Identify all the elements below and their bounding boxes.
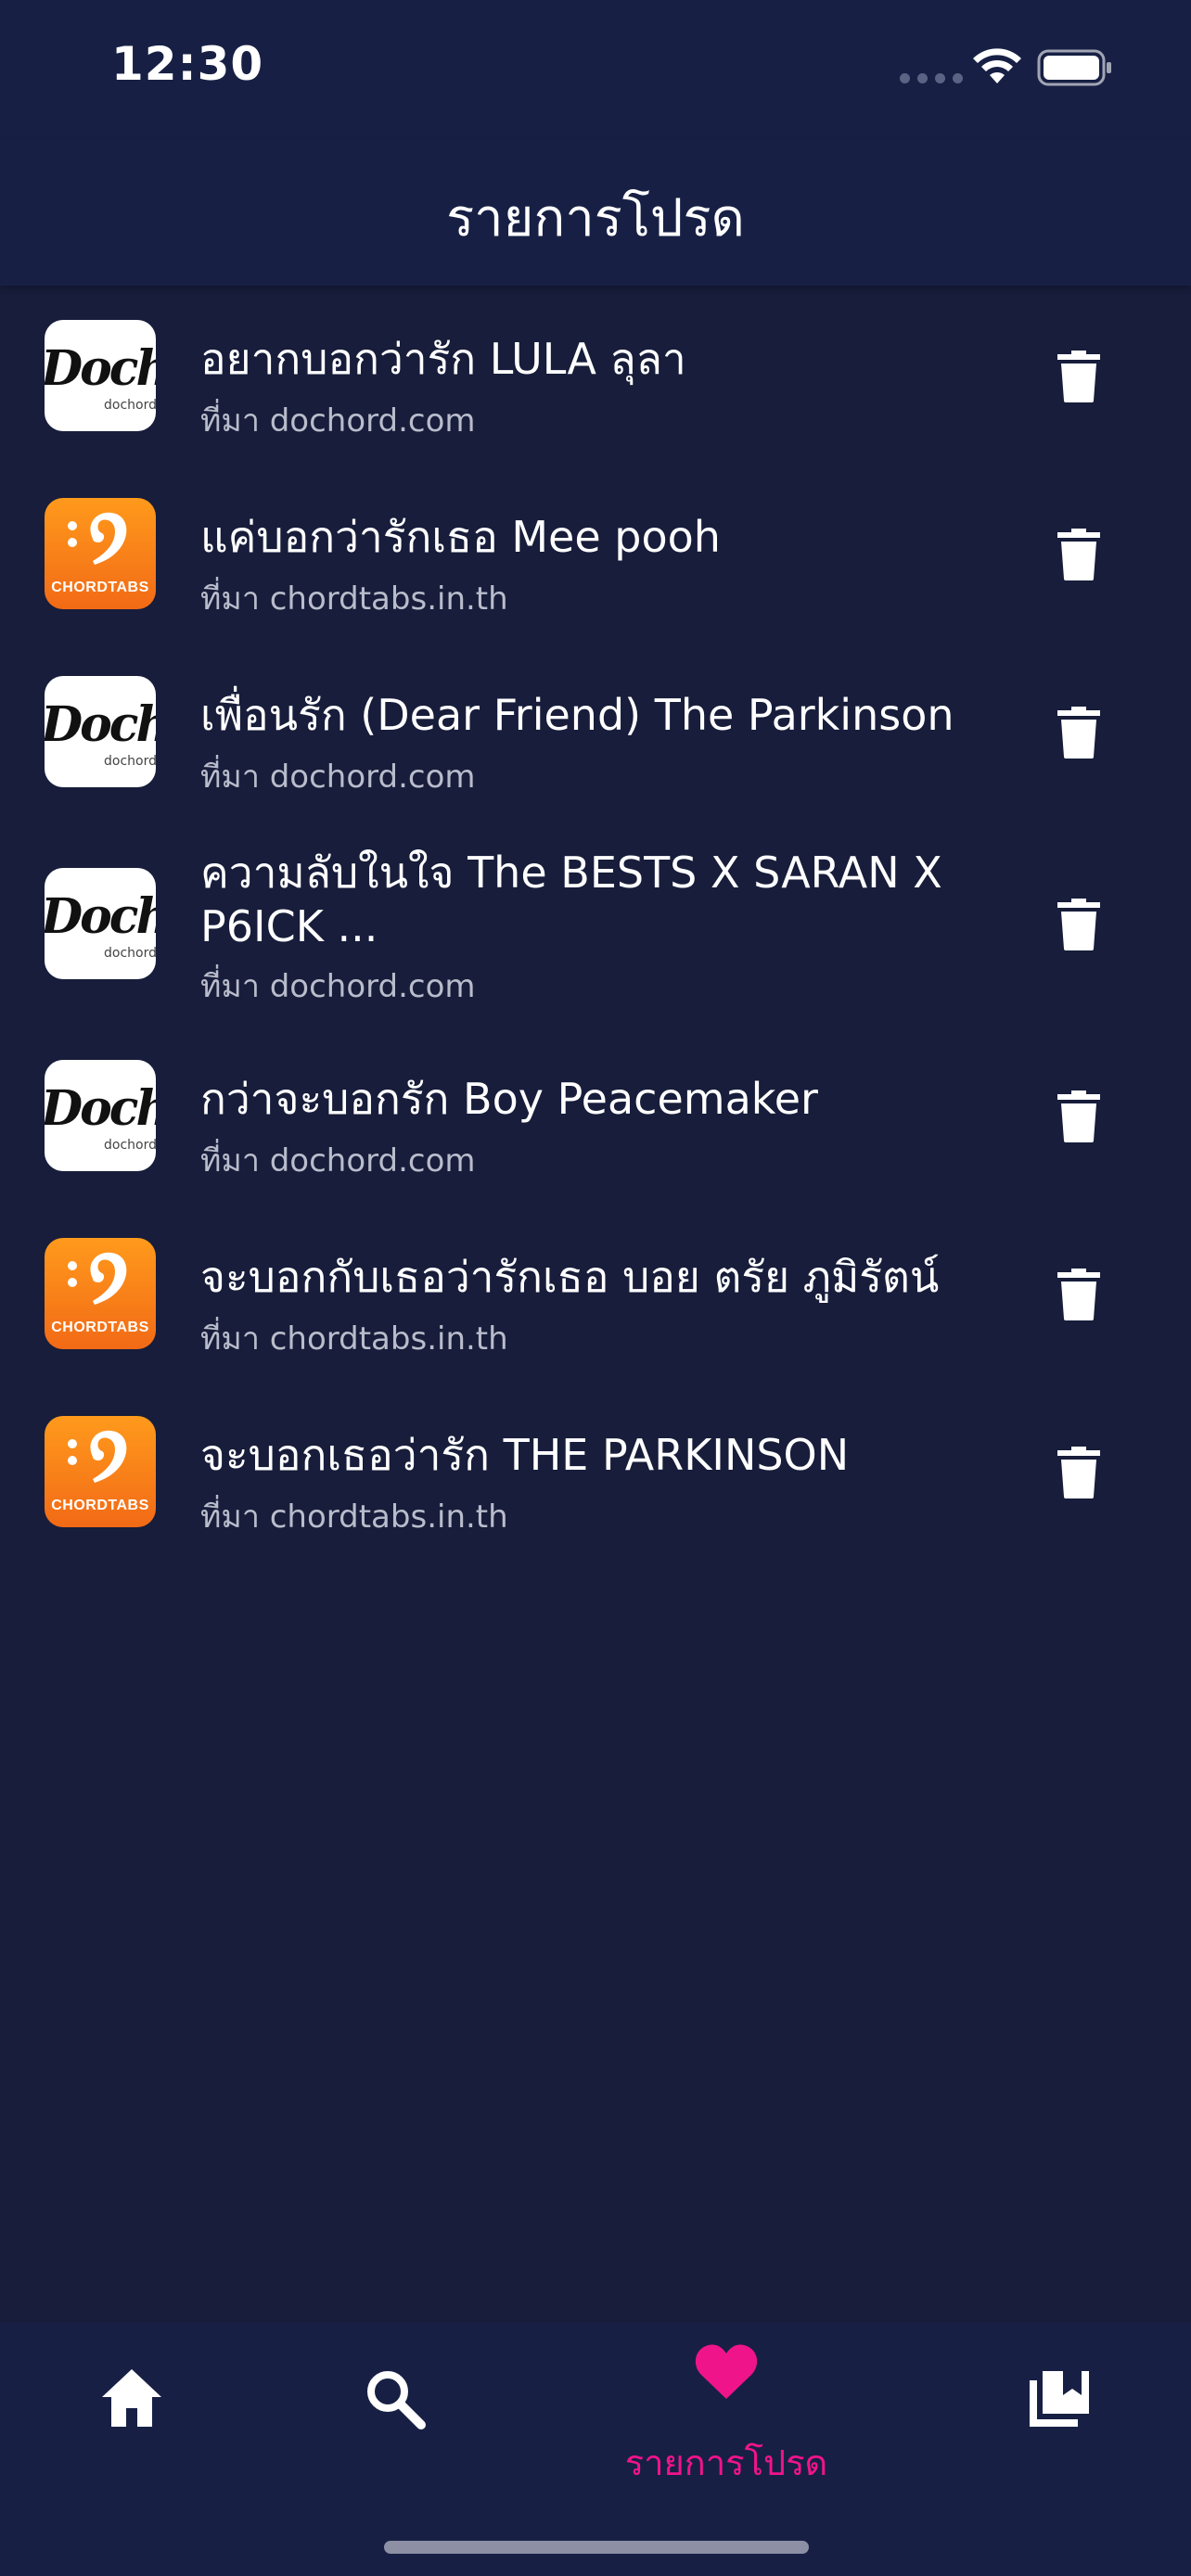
song-source: ที่มา chordtabs.in.th — [200, 1320, 508, 1358]
wifi-icon — [973, 48, 1021, 83]
song-source: ที่มา chordtabs.in.th — [200, 1498, 508, 1536]
nav-favorites-label: รายการโปรด — [624, 2442, 828, 2483]
library-icon — [1030, 2371, 1089, 2427]
page-title: รายการโปรด — [446, 188, 745, 249]
bass-clef-icon — [68, 1430, 127, 1483]
chordtabs-logo: CHORDTABS — [45, 1238, 156, 1349]
heart-icon — [695, 2344, 758, 2399]
dochord-logo: Dochord dochord — [45, 868, 156, 979]
bass-clef-icon — [68, 1252, 127, 1305]
song-source: ที่มา chordtabs.in.th — [200, 580, 508, 618]
status-time: 12:30 — [111, 37, 264, 91]
song-title: แค่บอกว่ารักเธอ Mee pooh — [200, 512, 721, 562]
nav-favorites[interactable]: รายการโปรด — [596, 2341, 856, 2483]
trash-icon[interactable] — [1057, 351, 1100, 402]
dochord-logo: Dochord dochord — [45, 676, 156, 787]
chordtabs-logo: CHORDTABS — [45, 1416, 156, 1527]
app-header: รายการโปรด — [0, 139, 1191, 286]
song-title: ความลับในใจ The BESTS X SARAN X P6ICK ..… — [200, 848, 942, 951]
song-source: ที่มา dochord.com — [200, 968, 476, 1005]
song-title: เพื่อนรัก (Dear Friend) The Parkinson — [200, 690, 954, 740]
bass-clef-icon — [68, 512, 127, 565]
bottom-nav: รายการโปรด — [0, 2323, 1191, 2576]
nav-search[interactable] — [356, 2360, 434, 2438]
song-source: ที่มา dochord.com — [200, 402, 476, 440]
song-title: จะบอกกับเธอว่ารักเธอ บอย ตรัย ภูมิรัตน์ — [200, 1252, 940, 1302]
song-source: ที่มา dochord.com — [200, 759, 476, 796]
song-source: ที่มา dochord.com — [200, 1142, 476, 1180]
song-title: จะบอกเธอว่ารัก THE PARKINSON — [200, 1430, 850, 1480]
trash-icon[interactable] — [1057, 1447, 1100, 1498]
cellular-signal-icon — [900, 73, 963, 83]
battery-icon — [1037, 49, 1111, 86]
home-icon — [102, 2369, 161, 2427]
trash-icon[interactable] — [1057, 707, 1100, 759]
trash-icon[interactable] — [1057, 1269, 1100, 1320]
trash-icon[interactable] — [1057, 899, 1100, 950]
dochord-logo: Dochord dochord — [45, 320, 156, 431]
search-icon — [367, 2371, 426, 2429]
status-bar: 12:30 — [0, 0, 1191, 139]
trash-icon[interactable] — [1057, 1090, 1100, 1142]
song-title: อยากบอกว่ารัก LULA ลุลา — [200, 334, 686, 384]
nav-library[interactable] — [1020, 2360, 1098, 2438]
chordtabs-logo: CHORDTABS — [45, 498, 156, 609]
song-title: กว่าจะบอกรัก Boy Peacemaker — [200, 1074, 818, 1124]
trash-icon[interactable] — [1057, 529, 1100, 580]
nav-home[interactable] — [93, 2360, 171, 2438]
home-indicator — [384, 2541, 809, 2554]
dochord-logo: Dochord dochord — [45, 1060, 156, 1171]
